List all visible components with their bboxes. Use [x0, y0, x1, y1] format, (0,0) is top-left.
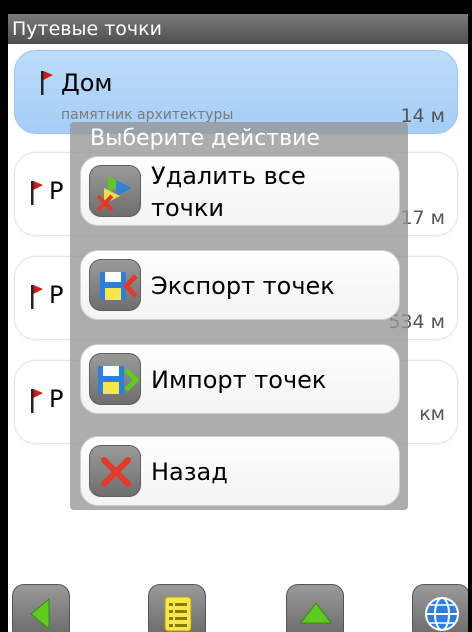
import-points-icon — [89, 353, 141, 405]
export-points-button[interactable]: Экспорт точек — [80, 250, 400, 320]
back-label: Назад — [151, 458, 228, 486]
export-points-icon — [89, 259, 141, 311]
import-points-button[interactable]: Импорт точек — [80, 344, 400, 414]
back-button[interactable]: Назад — [80, 436, 400, 506]
delete-all-label-line2: точки — [151, 194, 224, 222]
waypoint-name: Дом — [61, 69, 113, 97]
globe-icon — [425, 597, 459, 631]
globe-button[interactable] — [412, 584, 468, 632]
action-dialog: Выберите действие Удалить все точки Эксп… — [70, 122, 408, 510]
window-title: Путевые точки — [8, 14, 468, 44]
flag-icon — [31, 389, 43, 413]
delete-all-label-line1: Удалить все — [151, 162, 306, 190]
list-button[interactable] — [148, 584, 206, 632]
up-arrow-icon — [300, 602, 332, 624]
flag-icon — [31, 181, 43, 205]
delete-all-points-icon — [89, 165, 141, 217]
back-arrow-icon — [30, 597, 50, 631]
waypoint-distance: км — [419, 403, 445, 425]
back-arrow-button[interactable] — [12, 584, 70, 632]
waypoint-name: Р — [49, 385, 64, 413]
bottom-toolbar — [8, 582, 468, 632]
waypoint-subtitle: памятник архитектуры — [61, 107, 234, 123]
flag-icon — [31, 285, 43, 309]
dialog-title: Выберите действие — [90, 126, 320, 151]
list-icon — [164, 596, 192, 632]
delete-all-points-button[interactable]: Удалить все точки — [80, 156, 400, 226]
waypoint-name: Р — [49, 177, 64, 205]
export-points-label: Экспорт точек — [151, 272, 335, 300]
up-arrow-button[interactable] — [286, 584, 344, 632]
import-points-label: Импорт точек — [151, 366, 327, 394]
waypoint-name: Р — [49, 281, 64, 309]
close-icon — [89, 445, 141, 497]
screen: Путевые точки Дом памятник архитектуры 1… — [8, 14, 468, 632]
flag-icon — [41, 71, 53, 95]
